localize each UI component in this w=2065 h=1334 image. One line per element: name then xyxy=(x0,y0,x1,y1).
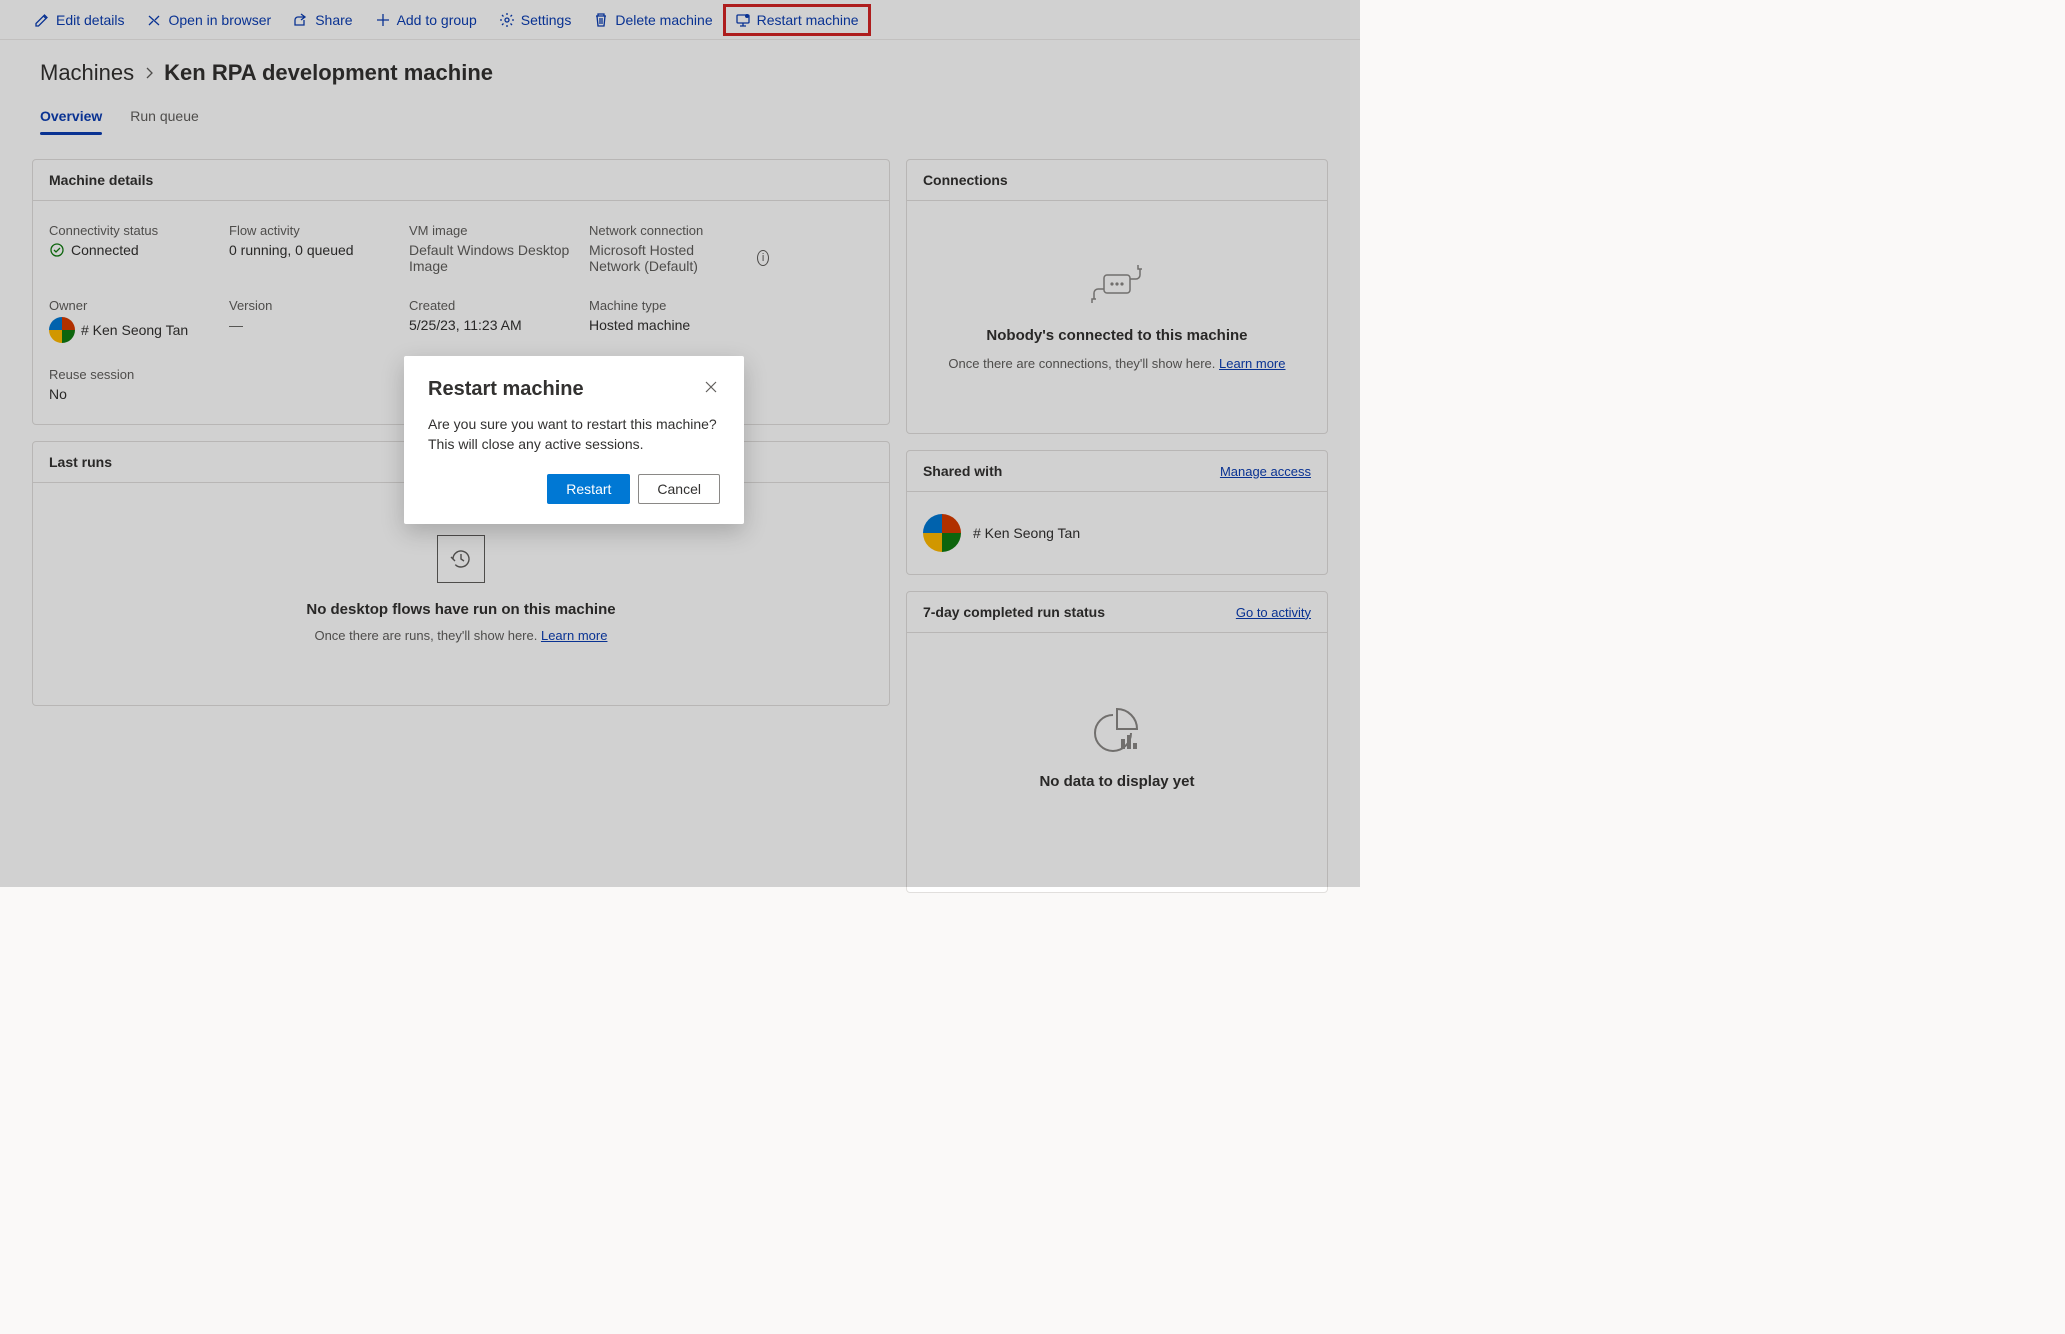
restart-dialog: Restart machine Are you sure you want to… xyxy=(404,356,744,524)
dialog-title: Restart machine xyxy=(428,378,584,401)
cancel-button[interactable]: Cancel xyxy=(638,474,720,504)
close-icon[interactable] xyxy=(702,378,720,396)
cancel-label: Cancel xyxy=(657,481,701,497)
restart-confirm-button[interactable]: Restart xyxy=(547,474,630,504)
restart-confirm-label: Restart xyxy=(566,481,611,497)
dialog-body: Are you sure you want to restart this ma… xyxy=(428,415,720,454)
